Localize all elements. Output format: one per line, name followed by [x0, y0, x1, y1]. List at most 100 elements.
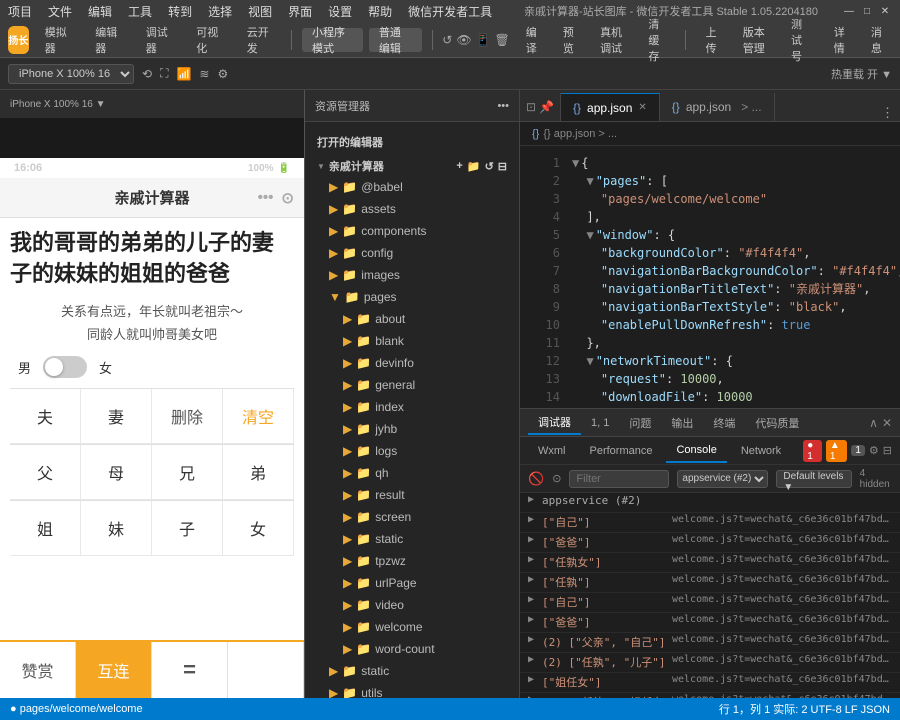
devtools-tab-output[interactable]: 输出	[661, 411, 703, 435]
code-editor[interactable]: 1 ▼{ 2 ▼"pages": [ 3 "pages/welcome/welc…	[520, 146, 900, 408]
menu-item-edit[interactable]: 编辑	[88, 3, 112, 20]
folder-blank[interactable]: ▶ 📁 blank	[305, 330, 519, 352]
details-button[interactable]: 详情	[824, 28, 855, 52]
new-file-icon[interactable]: +	[456, 160, 462, 173]
settings2-icon[interactable]: ⚙	[217, 67, 228, 81]
preview-button[interactable]: 预览	[553, 28, 584, 52]
subtab-console[interactable]: Console	[666, 439, 726, 463]
relation-brother[interactable]: 兄	[152, 445, 223, 500]
devtools-tab-11[interactable]: 1, 1	[581, 411, 619, 435]
menu-item-settings[interactable]: 设置	[328, 3, 352, 20]
simulator-button[interactable]: 模拟器	[35, 28, 80, 52]
camera-icon[interactable]: ⊙	[281, 189, 294, 207]
editor-button[interactable]: 编辑器	[85, 28, 130, 52]
menu-item-view[interactable]: 视图	[248, 3, 272, 20]
pin-icon[interactable]: 📌	[539, 100, 554, 114]
folder-word-count[interactable]: ▶ 📁 word-count	[305, 638, 519, 660]
default-levels-btn[interactable]: Default levels ▼	[776, 470, 851, 488]
folder-video[interactable]: ▶ 📁 video	[305, 594, 519, 616]
folder-devinfo[interactable]: ▶ 📁 devinfo	[305, 352, 519, 374]
testnum-button[interactable]: 测试号	[781, 28, 818, 52]
bottom-interconnect[interactable]: 互连	[76, 642, 152, 698]
menu-item-goto[interactable]: 转到	[168, 3, 192, 20]
tab-app-json[interactable]: {} app.json ✕	[561, 93, 660, 121]
menu-item-help[interactable]: 帮助	[368, 3, 392, 20]
menu-item-wechat[interactable]: 微信开发者工具	[408, 3, 492, 20]
folder-components[interactable]: ▶ 📁 components	[305, 220, 519, 242]
bookmark-icon[interactable]: ⊡	[526, 100, 536, 114]
relation-younger-sister[interactable]: 妹	[81, 501, 152, 556]
upload-button[interactable]: 上传	[696, 28, 727, 52]
folder-images[interactable]: ▶ 📁 images	[305, 264, 519, 286]
more-icon[interactable]: •••	[258, 189, 274, 207]
network-icon[interactable]: 📶	[176, 67, 191, 81]
real-machine-button[interactable]: 真机调试	[590, 28, 632, 52]
relation-wife[interactable]: 妻	[81, 389, 152, 444]
relation-elder-sister[interactable]: 姐	[10, 501, 81, 556]
relation-delete[interactable]: 删除	[152, 389, 223, 444]
cloud-button[interactable]: 云开发	[237, 28, 282, 52]
relation-daughter[interactable]: 女	[223, 501, 294, 556]
clear-cache-button[interactable]: 清缓存	[638, 28, 675, 52]
minimize-button[interactable]: —	[842, 4, 856, 18]
compile-button[interactable]: 编译	[516, 28, 547, 52]
console-filter-icon[interactable]: ⊙	[552, 472, 561, 485]
devtools-expand-icon[interactable]: ⊟	[883, 444, 892, 457]
folder-general[interactable]: ▶ 📁 general	[305, 374, 519, 396]
folder-screen[interactable]: ▶ 📁 screen	[305, 506, 519, 528]
folder-jyhb[interactable]: ▶ 📁 jyhb	[305, 418, 519, 440]
devtools-tab-terminal[interactable]: 终端	[703, 411, 745, 435]
devtools-tab-console[interactable]: 调试器	[528, 411, 581, 435]
message-button[interactable]: 消息	[861, 28, 892, 52]
compile-dropdown[interactable]: 普通编辑	[369, 28, 422, 52]
subtab-performance[interactable]: Performance	[580, 439, 663, 463]
version-button[interactable]: 版本管理	[733, 28, 775, 52]
menu-item-file[interactable]: 文件	[48, 3, 72, 20]
clear-icon[interactable]: 🗑	[495, 33, 510, 47]
folder-pages[interactable]: ▼ 📁 pages	[305, 286, 519, 308]
folder-babel[interactable]: ▶ 📁 @babel	[305, 176, 519, 198]
wifi-icon[interactable]: ≋	[199, 67, 209, 81]
folder-index[interactable]: ▶ 📁 index	[305, 396, 519, 418]
devtools-close-icon[interactable]: ✕	[882, 416, 892, 430]
filetree-more-icon[interactable]: •••	[497, 100, 509, 112]
menu-item-interface[interactable]: 界面	[288, 3, 312, 20]
status-path[interactable]: ● pages/welcome/welcome	[10, 703, 143, 715]
folder-logs[interactable]: ▶ 📁 logs	[305, 440, 519, 462]
relation-younger-brother[interactable]: 弟	[223, 445, 294, 500]
new-folder-icon[interactable]: 📁	[467, 160, 481, 173]
folder-assets[interactable]: ▶ 📁 assets	[305, 198, 519, 220]
debugger-button[interactable]: 调试器	[136, 28, 181, 52]
gender-switch[interactable]	[43, 356, 87, 378]
folder-qh[interactable]: ▶ 📁 qh	[305, 462, 519, 484]
phone-icon[interactable]: 📱	[476, 33, 491, 47]
close-button[interactable]: ✕	[878, 4, 892, 18]
eye-icon[interactable]: 👁	[456, 33, 471, 47]
console-source-select[interactable]: appservice (#2)	[677, 470, 768, 488]
console-filter-input[interactable]	[569, 470, 669, 488]
device-select[interactable]: iPhone X 100% 16	[8, 64, 134, 84]
relation-husband[interactable]: 夫	[10, 389, 81, 444]
devtools-tab-quality[interactable]: 代码质量	[745, 411, 809, 435]
bottom-equals[interactable]: =	[152, 642, 228, 698]
folder-urlpage[interactable]: ▶ 📁 urlPage	[305, 572, 519, 594]
mode-dropdown[interactable]: 小程序模式	[302, 28, 363, 52]
relation-clear[interactable]: 清空	[223, 389, 294, 444]
collapse-icon[interactable]: ⊟	[498, 160, 507, 173]
console-clear-icon[interactable]: 🚫	[528, 471, 544, 487]
split-editor-icon[interactable]: ⋮	[881, 105, 894, 121]
menu-item-tools[interactable]: 工具	[128, 3, 152, 20]
folder-config[interactable]: ▶ 📁 config	[305, 242, 519, 264]
relation-father[interactable]: 父	[10, 445, 81, 500]
subtab-network[interactable]: Network	[731, 439, 791, 463]
visible-button[interactable]: 可视化	[186, 28, 231, 52]
relation-son[interactable]: 子	[152, 501, 223, 556]
refresh-icon[interactable]: ↺	[442, 33, 452, 47]
tab-more[interactable]: {} app.json > ...	[660, 93, 775, 121]
menu-item-project[interactable]: 项目	[8, 3, 32, 20]
fullscreen-icon[interactable]: ⛶	[160, 66, 168, 81]
folder-about[interactable]: ▶ 📁 about	[305, 308, 519, 330]
menu-item-select[interactable]: 选择	[208, 3, 232, 20]
bottom-appreciate[interactable]: 赞赏	[0, 642, 76, 698]
rotate-icon[interactable]: ⟲	[142, 67, 152, 81]
